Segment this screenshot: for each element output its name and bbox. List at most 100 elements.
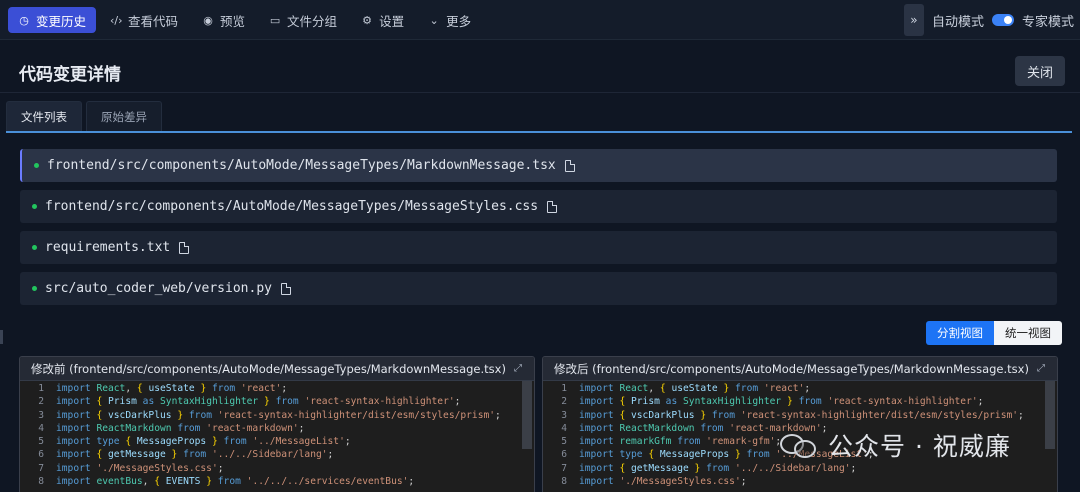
diff-before-title: 修改前 (frontend/src/components/AutoMode/Me… (31, 361, 506, 376)
code-line: 6 import { getMessage } from '../../Sideb… (20, 448, 534, 461)
modified-dot-icon (34, 163, 39, 168)
nav-item[interactable]: ⚙ 设置 (351, 7, 414, 33)
file-path: requirements.txt (45, 240, 171, 255)
file-item[interactable]: src/auto_coder_web/version.py (20, 272, 1057, 305)
code-line: 8 import eventBus, { EVENTS } from '../..… (20, 475, 534, 488)
file-item[interactable]: frontend/src/components/AutoMode/Message… (20, 190, 1057, 223)
app-root: ◷ 变更历史 ‹/› 查看代码 ◉ 预览 ▭ 文件分组 ⚙ 设置 ⌄ 更多 » 自动模式 专家模式 代… (0, 0, 1080, 492)
line-number: 6 (38, 449, 44, 461)
watermark-text: 公众号 · 祝威廉 (828, 432, 1011, 461)
auto-mode-label: 自动模式 (931, 14, 984, 30)
code-line: 1 import React, { useState } from 'react'… (543, 382, 1057, 395)
code-line: 4 import ReactMarkdown from 'react-markdo… (20, 422, 534, 435)
tab-underline (6, 131, 1072, 133)
document-icon[interactable] (280, 282, 291, 295)
document-icon[interactable] (547, 200, 558, 213)
scrollbar[interactable] (522, 381, 532, 449)
code-text: import './MessageStyles.css'; (56, 462, 224, 474)
code-text: import React, { useState } from 'react'; (579, 383, 811, 394)
line-number: 7 (561, 462, 567, 474)
code-line: 2 import { Prism as SyntaxHighlighter } f… (543, 395, 1057, 408)
clock-icon: ◷ (19, 13, 29, 27)
double-chevron-right-icon: » (910, 13, 918, 27)
line-number: 4 (38, 422, 44, 434)
expand-icon[interactable]: ⤢ (1037, 363, 1045, 374)
diff-before-pane: 修改前 (frontend/src/components/AutoMode/Me… (19, 356, 535, 492)
line-number: 5 (38, 436, 44, 448)
split-view-button[interactable]: 分割视图 (926, 321, 994, 345)
file-path: frontend/src/components/AutoMode/Message… (47, 158, 556, 173)
code-line: 3 import { vscDarkPlus } from 'react-synt… (20, 409, 534, 422)
expand-icon[interactable]: ⤢ (514, 363, 522, 374)
nav-item[interactable]: ◉ 预览 (192, 7, 255, 33)
nav-item-label: 查看代码 (128, 13, 179, 29)
nav-item[interactable]: ◷ 变更历史 (8, 7, 97, 33)
line-number: 1 (38, 383, 44, 394)
code-line: 5 import type { MessageProps } from '../M… (20, 435, 534, 448)
code-text: import ReactMarkdown from 'react-markdow… (56, 422, 305, 434)
line-number: 3 (561, 409, 567, 421)
tab-raw-diff[interactable]: 原始差异 (86, 101, 162, 131)
code-text: import { vscDarkPlus } from 'react-synta… (56, 409, 501, 421)
eye-icon: ◉ (203, 13, 213, 27)
diff-after-header: 修改后 (frontend/src/components/AutoMode/Me… (543, 357, 1057, 381)
line-number: 7 (38, 462, 44, 474)
code-line: 1 import React, { useState } from 'react'… (20, 382, 534, 395)
close-button[interactable]: 关闭 (1015, 56, 1065, 86)
modified-dot-icon (32, 204, 37, 209)
code-text: import React, { useState } from 'react'; (56, 383, 288, 394)
view-toggle: 分割视图 统一视图 (926, 321, 1062, 345)
tab-file-list[interactable]: 文件列表 (6, 101, 82, 131)
file-item[interactable]: requirements.txt (20, 231, 1057, 264)
line-number: 8 (38, 476, 44, 488)
line-number: 2 (38, 396, 44, 408)
code-before: 1 import React, { useState } from 'react'… (20, 381, 534, 488)
code-line: 3 import { vscDarkPlus } from 'react-synt… (543, 409, 1057, 422)
diff-before-header: 修改前 (frontend/src/components/AutoMode/Me… (20, 357, 534, 381)
modified-dot-icon (32, 245, 37, 250)
diff-after-title: 修改后 (frontend/src/components/AutoMode/Me… (554, 361, 1029, 376)
code-text: import { Prism as SyntaxHighlighter } fr… (56, 396, 461, 408)
code-line: 7 import './MessageStyles.css'; (20, 462, 534, 475)
line-number: 6 (561, 449, 567, 461)
nav-item-label: 文件分组 (287, 13, 338, 29)
code-icon: ‹/› (110, 13, 123, 27)
watermark: 公众号 · 祝威廉 (780, 425, 1011, 465)
nav-item[interactable]: ⌄ 更多 (418, 7, 481, 33)
line-number: 1 (561, 383, 567, 394)
code-line: 2 import { Prism as SyntaxHighlighter } f… (20, 395, 534, 408)
header-divider (0, 92, 1080, 93)
file-path: frontend/src/components/AutoMode/Message… (45, 199, 539, 214)
line-number: 3 (38, 409, 44, 421)
scrollbar[interactable] (1045, 381, 1055, 449)
nav-item-label: 预览 (220, 13, 246, 29)
document-icon[interactable] (564, 159, 575, 172)
document-icon[interactable] (179, 241, 190, 254)
code-text: import eventBus, { EVENTS } from '../../… (56, 476, 415, 488)
expert-mode-label: 专家模式 (1021, 14, 1074, 30)
tab-bar: 文件列表 原始差异 (6, 101, 162, 131)
collapse-button[interactable]: » (903, 4, 924, 36)
nav-item-label: 设置 (379, 13, 405, 29)
code-text: import './MessageStyles.css'; (579, 476, 747, 488)
gear-icon: ⚙ (362, 13, 372, 27)
file-item[interactable]: frontend/src/components/AutoMode/Message… (20, 149, 1057, 182)
nav-item[interactable]: ▭ 文件分组 (259, 7, 347, 33)
mode-toggle[interactable] (991, 14, 1014, 26)
line-number: 5 (561, 436, 567, 448)
main-nav: ◷ 变更历史 ‹/› 查看代码 ◉ 预览 ▭ 文件分组 ⚙ 设置 ⌄ 更多 (8, 6, 481, 34)
nav-item-label: 变更历史 (36, 13, 87, 29)
folder-icon: ▭ (269, 13, 281, 27)
edge-marker (0, 330, 3, 344)
code-text: import { vscDarkPlus } from 'react-synta… (579, 409, 1024, 421)
file-path: src/auto_coder_web/version.py (45, 281, 272, 296)
code-text: import { Prism as SyntaxHighlighter } fr… (579, 396, 984, 408)
code-text: import type { MessageProps } from '../Me… (56, 436, 351, 448)
wechat-icon (780, 430, 820, 460)
line-number: 8 (561, 476, 567, 488)
code-text: import remarkGfm from 'remark-gfm'; (579, 436, 782, 448)
top-toolbar: ◷ 变更历史 ‹/› 查看代码 ◉ 预览 ▭ 文件分组 ⚙ 设置 ⌄ 更多 » 自动模式 专家模式 (0, 0, 1080, 40)
line-number: 2 (561, 396, 567, 408)
unified-view-button[interactable]: 统一视图 (994, 321, 1062, 345)
nav-item[interactable]: ‹/› 查看代码 (100, 7, 188, 33)
